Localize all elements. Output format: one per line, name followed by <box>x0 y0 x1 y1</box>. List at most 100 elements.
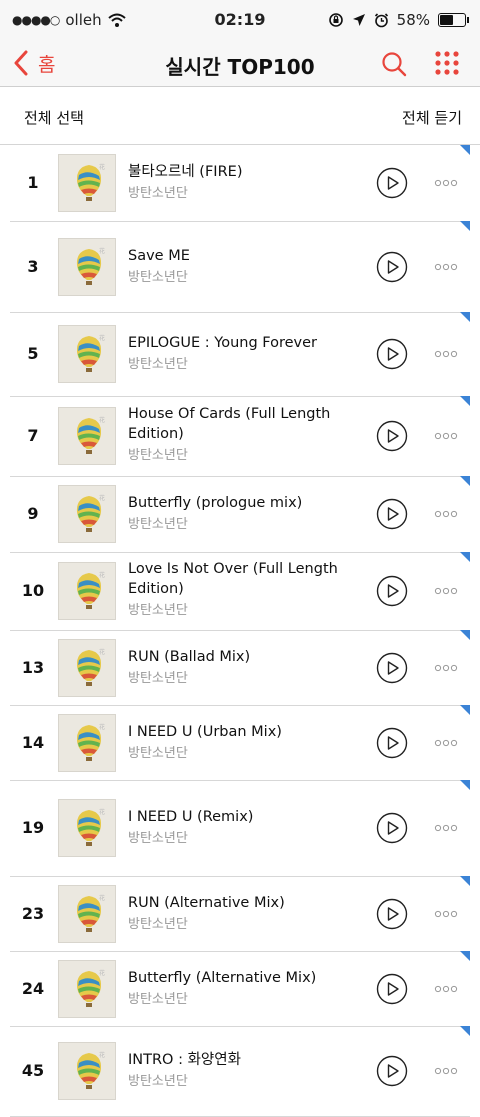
svg-text:花: 花 <box>99 648 105 656</box>
track-title[interactable]: Butterfly (Alternative Mix) <box>128 968 358 988</box>
track-rank: 13 <box>21 657 45 677</box>
track-info: Butterfly (Alternative Mix) 방탄소년단 <box>128 968 358 1008</box>
more-options-icon[interactable] <box>434 909 458 919</box>
track-rank: 45 <box>21 1061 45 1080</box>
play-circle-icon[interactable] <box>376 812 408 844</box>
track-title[interactable]: INTRO : 화양연화 <box>128 1050 358 1070</box>
track-rank: 24 <box>21 978 45 998</box>
album-art[interactable]: 花 <box>58 799 116 857</box>
more-options-icon[interactable] <box>434 823 458 833</box>
track-row[interactable]: 9 花 Butterfly (prologue mix) 방탄소년단 <box>10 476 470 553</box>
track-info: I NEED U (Urban Mix) 방탄소년단 <box>128 722 358 762</box>
album-art[interactable]: 花 <box>58 407 116 465</box>
track-title[interactable]: Butterfly (prologue mix) <box>128 493 358 513</box>
play-circle-icon[interactable] <box>376 251 408 283</box>
grid-menu-icon[interactable] <box>434 50 460 76</box>
track-row[interactable]: 3 花 Save ME 방탄소년단 <box>10 221 470 313</box>
corner-flag-icon <box>460 476 470 486</box>
track-row[interactable]: 5 花 EPILOGUE : Young Forever 방탄소년단 <box>10 312 470 397</box>
track-artist[interactable]: 방탄소년단 <box>128 671 358 687</box>
track-artist[interactable]: 방탄소년단 <box>128 186 358 202</box>
track-title[interactable]: RUN (Alternative Mix) <box>128 893 358 913</box>
more-options-icon[interactable] <box>434 738 458 748</box>
track-rank: 3 <box>27 256 39 276</box>
play-circle-icon[interactable] <box>376 898 408 930</box>
track-row[interactable]: 7 花 House Of Cards (Full Length Edition) 방탄… <box>10 396 470 477</box>
track-title[interactable]: EPILOGUE : Young Forever <box>128 333 358 353</box>
select-all-button[interactable]: 전체 선택 <box>24 107 84 128</box>
more-options-icon[interactable] <box>434 431 458 441</box>
more-options-icon[interactable] <box>434 509 458 519</box>
album-art[interactable]: 花 <box>58 154 116 212</box>
album-art[interactable]: 花 <box>58 713 116 772</box>
svg-text:花: 花 <box>99 723 105 731</box>
more-options-icon[interactable] <box>434 1066 458 1076</box>
track-info: Love Is Not Over (Full Length Edition) 방탄… <box>128 559 358 619</box>
play-circle-icon[interactable] <box>376 652 408 684</box>
more-options-icon[interactable] <box>434 262 458 272</box>
search-icon[interactable] <box>380 50 408 78</box>
more-options-icon[interactable] <box>434 586 458 596</box>
play-circle-icon[interactable] <box>376 575 408 607</box>
album-art[interactable]: 花 <box>58 562 116 620</box>
track-info: EPILOGUE : Young Forever 방탄소년단 <box>128 333 358 373</box>
more-options-icon[interactable] <box>434 349 458 359</box>
track-row[interactable]: 19 花 I NEED U (Remix) 방탄소년단 <box>10 780 470 877</box>
play-circle-icon[interactable] <box>376 727 408 759</box>
play-all-button[interactable]: 전체 듣기 <box>402 107 462 128</box>
track-artist[interactable]: 방탄소년단 <box>128 746 358 762</box>
track-artist[interactable]: 방탄소년단 <box>128 917 358 933</box>
track-artist[interactable]: 방탄소년단 <box>128 992 358 1008</box>
album-art[interactable]: 花 <box>58 1042 116 1100</box>
track-rank: 23 <box>21 903 45 923</box>
corner-flag-icon <box>460 552 470 562</box>
album-art[interactable]: 花 <box>58 959 116 1018</box>
track-title[interactable]: RUN (Ballad Mix) <box>128 647 358 667</box>
track-row[interactable]: 13 花 RUN (Ballad Mix) 방탄소년단 <box>10 630 470 706</box>
album-art[interactable]: 花 <box>58 237 116 296</box>
track-row[interactable]: 23 花 RUN (Alternative Mix) 방탄소년단 <box>10 876 470 952</box>
play-circle-icon[interactable] <box>376 973 408 1005</box>
more-options-icon[interactable] <box>434 663 458 673</box>
corner-flag-icon <box>460 951 470 961</box>
svg-text:花: 花 <box>99 494 105 502</box>
track-info: INTRO : 화양연화방탄소년단 <box>128 1050 358 1090</box>
track-rank: 19 <box>21 818 45 837</box>
track-title[interactable]: Love Is Not Over (Full Length Edition) <box>128 559 358 599</box>
track-artist[interactable]: 방탄소년단 <box>128 831 358 847</box>
battery-fill <box>440 15 454 25</box>
track-title[interactable]: 불타오르네 (FIRE) <box>128 162 358 182</box>
play-circle-icon[interactable] <box>376 498 408 530</box>
nav-bar: 홈 실시간 TOP100 <box>0 40 480 87</box>
alarm-icon <box>374 12 388 27</box>
track-title[interactable]: I NEED U (Remix) <box>128 807 358 827</box>
corner-flag-icon <box>460 396 470 406</box>
track-rank: 14 <box>21 732 45 752</box>
album-art[interactable]: 花 <box>58 325 116 383</box>
play-circle-icon[interactable] <box>376 1055 408 1087</box>
track-artist[interactable]: 방탄소년단 <box>128 270 358 286</box>
album-art[interactable]: 花 <box>58 638 116 697</box>
more-options-icon[interactable] <box>434 178 458 188</box>
track-row[interactable]: 1 花 불타오르네 (FIRE) 방탄소년단 <box>10 145 470 222</box>
track-row[interactable]: 24 花 Butterfly (Alternative Mix) 방탄소년단 <box>10 951 470 1027</box>
play-circle-icon[interactable] <box>376 338 408 370</box>
track-title[interactable]: House Of Cards (Full Length Edition) <box>128 404 358 444</box>
corner-flag-icon <box>460 145 470 155</box>
track-artist[interactable]: 방탄소년단 <box>128 1074 358 1090</box>
track-artist[interactable]: 방탄소년단 <box>128 517 358 533</box>
more-options-icon[interactable] <box>434 984 458 994</box>
track-artist[interactable]: 방탄소년단 <box>128 357 358 373</box>
track-row[interactable]: 14 花 I NEED U (Urban Mix) 방탄소년단 <box>10 705 470 781</box>
play-circle-icon[interactable] <box>376 420 408 452</box>
track-artist[interactable]: 방탄소년단 <box>128 603 358 619</box>
play-circle-icon[interactable] <box>376 167 408 199</box>
track-row[interactable]: 10 花 Love Is Not Over (Full Length Edition… <box>10 552 470 631</box>
track-row[interactable]: 45 花 INTRO : 화양연화방탄소년단 <box>10 1026 470 1117</box>
track-title[interactable]: I NEED U (Urban Mix) <box>128 722 358 742</box>
album-art[interactable]: 花 <box>58 485 116 543</box>
track-title[interactable]: Save ME <box>128 246 358 266</box>
track-rank: 5 <box>27 344 39 363</box>
album-art[interactable]: 花 <box>58 884 116 943</box>
track-artist[interactable]: 방탄소년단 <box>128 448 358 464</box>
